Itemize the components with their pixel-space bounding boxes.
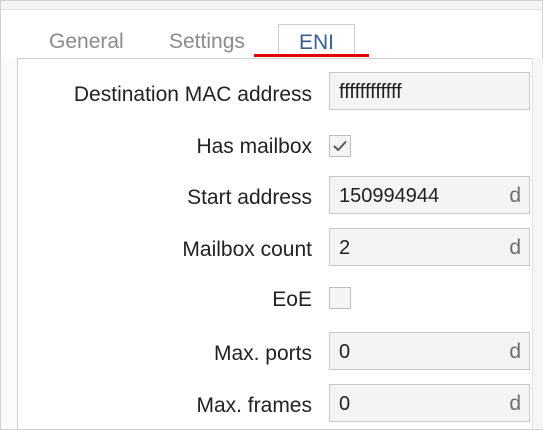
tab-general[interactable]: General (49, 30, 124, 58)
start-address-value: 150994944 (339, 185, 440, 207)
has-mailbox-label: Has mailbox (196, 135, 312, 158)
mailbox-count-unit: d (509, 236, 521, 259)
start-address-unit: d (509, 184, 521, 207)
has-mailbox-checkbox[interactable] (329, 135, 351, 157)
panel-right-edge (532, 58, 543, 428)
checkmark-icon (333, 141, 347, 151)
tab-settings[interactable]: Settings (169, 30, 245, 58)
eoe-checkbox[interactable] (329, 287, 351, 309)
max-frames-unit: d (509, 392, 521, 415)
mailbox-count-value: 2 (339, 237, 351, 259)
max-ports-unit: d (509, 340, 521, 363)
start-address-field[interactable]: 150994944 d (329, 176, 530, 214)
max-ports-value: 0 (339, 341, 351, 363)
destination-mac-label: Destination MAC address (73, 83, 312, 106)
max-frames-value: 0 (339, 393, 351, 415)
eni-settings-panel: Destination MAC address ffffffffffff Has… (17, 58, 542, 429)
max-ports-field[interactable]: 0 d (329, 332, 530, 370)
destination-mac-value: ffffffffffff (339, 81, 402, 103)
destination-mac-field[interactable]: ffffffffffff (329, 72, 530, 110)
active-tab-underline (254, 54, 369, 57)
top-strip (1, 1, 542, 10)
max-frames-field[interactable]: 0 d (329, 384, 530, 422)
start-address-label: Start address (187, 186, 312, 209)
max-frames-label: Max. frames (196, 394, 312, 417)
max-ports-label: Max. ports (213, 342, 312, 365)
mailbox-count-field[interactable]: 2 d (329, 228, 530, 266)
eoe-label: EoE (272, 288, 312, 311)
tab-bar: General Settings ENI (1, 10, 542, 59)
mailbox-count-label: Mailbox count (182, 238, 312, 261)
